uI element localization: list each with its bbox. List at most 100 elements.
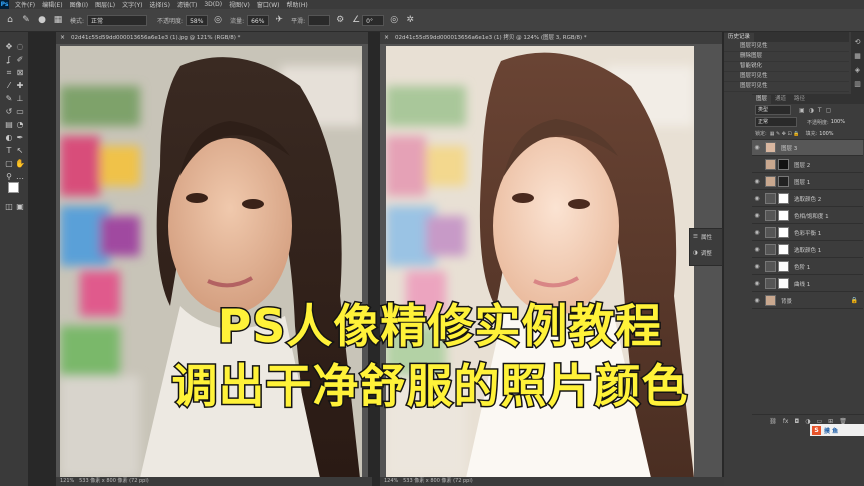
symmetry-icon[interactable]: ✲: [404, 14, 416, 26]
properties-panel-button[interactable]: ☰ 属性: [690, 229, 722, 245]
menu-edit[interactable]: 编辑(E): [42, 0, 62, 9]
layer-mask-thumbnail[interactable]: [778, 193, 789, 204]
path-select-tool-icon[interactable]: ↖: [15, 146, 25, 156]
screen-mode-icon[interactable]: ▣: [15, 202, 25, 212]
move-tool-icon[interactable]: ✥: [4, 42, 14, 52]
layer-style-icon[interactable]: fx: [783, 418, 789, 425]
layer-row-selective-color-2[interactable]: ◉ 选取颜色 2: [752, 191, 863, 207]
smoothing-field[interactable]: [308, 14, 331, 26]
filter-type-icon[interactable]: T: [818, 107, 822, 114]
history-item[interactable]: 智能锐化: [724, 62, 849, 72]
angle-field[interactable]: 0°: [362, 14, 385, 26]
blend-mode-select[interactable]: 正常: [755, 117, 797, 127]
photo-edited[interactable]: [386, 46, 694, 478]
layer-mask-thumbnail[interactable]: [778, 227, 789, 238]
history-brush-icon[interactable]: ↺: [4, 107, 14, 117]
opacity-field[interactable]: 58%: [186, 14, 209, 26]
zoom-readout[interactable]: 121%: [60, 478, 74, 484]
layer-row-hue-saturation-1[interactable]: ◉ 色相/饱和度 1: [752, 208, 863, 224]
pen-tool-icon[interactable]: ✒: [15, 133, 25, 143]
frame-tool-icon[interactable]: ⊠: [15, 68, 25, 78]
more-tools-icon[interactable]: …: [15, 172, 25, 182]
foreground-color-swatch[interactable]: [8, 182, 19, 193]
brush-preset-icon[interactable]: ●: [36, 14, 48, 26]
history-item[interactable]: 图层可见性: [724, 72, 849, 82]
history-panel-icon[interactable]: ⟲: [851, 38, 864, 46]
layer-mask-thumbnail[interactable]: [778, 244, 789, 255]
document-tab-original[interactable]: × 02d41c55d59dd000013656a6e1e3 (1).jpg @ …: [56, 32, 368, 44]
close-icon[interactable]: ×: [384, 34, 392, 42]
add-mask-icon[interactable]: ◘: [794, 418, 799, 425]
layers-panel-icon[interactable]: ◈: [851, 66, 864, 74]
tab-paths[interactable]: 路径: [790, 95, 809, 104]
tab-layers[interactable]: 图层: [752, 95, 772, 104]
quick-select-tool-icon[interactable]: ✐: [15, 55, 25, 65]
close-icon[interactable]: ×: [60, 34, 68, 42]
eye-icon[interactable]: ◉: [752, 246, 762, 253]
blur-tool-icon[interactable]: ◔: [15, 120, 25, 130]
layer-mask-thumbnail[interactable]: [778, 176, 789, 187]
layer-kind-select[interactable]: 类型: [755, 105, 791, 115]
menu-type[interactable]: 文字(Y): [122, 0, 142, 9]
layer-row-color-balance-1[interactable]: ◉ 色彩平衡 1: [752, 225, 863, 241]
filter-adjust-icon[interactable]: ◑: [809, 107, 814, 114]
history-item[interactable]: 图层可见性: [724, 82, 849, 92]
eye-icon[interactable]: ◉: [752, 212, 762, 219]
stamp-tool-icon[interactable]: ⊥: [15, 94, 25, 104]
healing-tool-icon[interactable]: ✚: [15, 81, 25, 91]
home-icon[interactable]: ⌂: [4, 14, 16, 26]
layer-mask-thumbnail[interactable]: [778, 278, 789, 289]
mode-select[interactable]: 正常: [87, 14, 148, 26]
eye-icon[interactable]: ◉: [752, 178, 762, 185]
layer-mask-thumbnail[interactable]: [778, 261, 789, 272]
layer-mask-thumbnail[interactable]: [778, 210, 789, 221]
menu-view[interactable]: 视图(V): [229, 0, 250, 9]
brush-tool-icon[interactable]: ✎: [4, 94, 14, 104]
eye-icon[interactable]: ◉: [752, 195, 762, 202]
menu-layer[interactable]: 图层(L): [95, 0, 115, 9]
tab-channels[interactable]: 通道: [771, 95, 790, 104]
dodge-tool-icon[interactable]: ◐: [4, 133, 14, 143]
layer-opacity-field[interactable]: 100%: [831, 119, 845, 125]
document-tab-edited[interactable]: × 02d41c55d59dd000013656a6e1e3 (1) 拷贝 @ 1…: [380, 32, 722, 44]
menu-3d[interactable]: 3D(D): [204, 1, 222, 8]
link-layers-icon[interactable]: ⛓: [769, 418, 777, 425]
zoom-tool-icon[interactable]: ⚲: [4, 172, 14, 182]
gradient-tool-icon[interactable]: ▤: [4, 120, 14, 130]
brush-tool-icon[interactable]: ✎: [20, 14, 32, 26]
color-panel-icon[interactable]: ▦: [851, 52, 864, 60]
history-item[interactable]: 删除图层: [724, 52, 849, 62]
menu-help[interactable]: 帮助(H): [287, 0, 308, 9]
eye-icon[interactable]: ◉: [752, 229, 762, 236]
layer-row-selective-color-1[interactable]: ◉ 选取颜色 1: [752, 242, 863, 258]
layer-row-layer3[interactable]: ◉ 图层 3: [752, 140, 863, 156]
airbrush-icon[interactable]: ✈: [273, 14, 285, 26]
menu-filter[interactable]: 滤镜(T): [177, 0, 197, 9]
lock-pixels-icon[interactable]: ▦ ✎ ✥ ⊡ 🔒: [770, 131, 800, 137]
tab-history[interactable]: 历史记录: [724, 33, 755, 42]
eye-icon[interactable]: ◉: [752, 144, 762, 151]
eyedropper-tool-icon[interactable]: ⁄: [4, 81, 14, 91]
type-tool-icon[interactable]: T: [4, 146, 14, 156]
document-info[interactable]: 533 像素 x 800 像素 (72 ppi): [403, 478, 473, 484]
zoom-readout[interactable]: 124%: [384, 478, 398, 484]
lasso-tool-icon[interactable]: ʆ: [4, 55, 14, 65]
layer-row-levels-1[interactable]: ◉ 色阶 1: [752, 259, 863, 275]
eraser-tool-icon[interactable]: ▭: [15, 107, 25, 117]
quick-mask-icon[interactable]: ◫: [4, 202, 14, 212]
history-item[interactable]: 图层可见性: [724, 42, 849, 52]
layer-row-layer1[interactable]: ◉ 图层 1: [752, 174, 863, 190]
layer-mask-thumbnail[interactable]: [778, 159, 789, 170]
eye-icon[interactable]: ◉: [752, 263, 762, 270]
flow-field[interactable]: 66%: [247, 14, 270, 26]
adjustments-panel-button[interactable]: ◑ 调整: [690, 245, 722, 261]
menu-select[interactable]: 选择(S): [149, 0, 170, 9]
document-info[interactable]: 533 像素 x 800 像素 (72 ppi): [79, 478, 149, 484]
crop-tool-icon[interactable]: ⌗: [4, 68, 14, 78]
menu-image[interactable]: 图像(I): [70, 0, 88, 9]
layer-row-curves-1[interactable]: ◉ 曲线 1: [752, 276, 863, 292]
eye-icon[interactable]: ◉: [752, 297, 762, 304]
menu-window[interactable]: 窗口(W): [257, 0, 280, 9]
filter-shape-icon[interactable]: ▢: [826, 107, 832, 114]
layer-row-layer2[interactable]: 图层 2: [752, 157, 863, 173]
